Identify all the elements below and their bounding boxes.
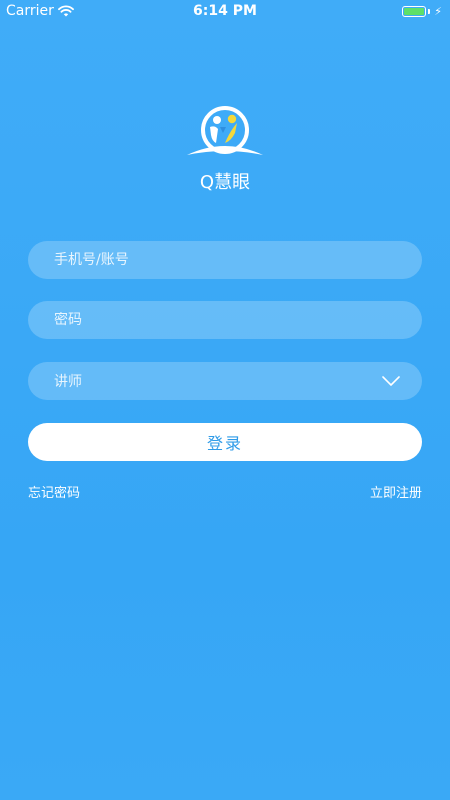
account-field[interactable] xyxy=(28,241,422,279)
status-time: 6:14 PM xyxy=(193,3,257,19)
password-input[interactable] xyxy=(54,312,384,328)
battery-tip xyxy=(428,9,431,14)
login-button[interactable]: 登录 xyxy=(28,423,422,461)
role-select[interactable]: 讲师 xyxy=(28,362,422,400)
chevron-down-icon[interactable] xyxy=(382,376,400,386)
battery-level xyxy=(404,8,425,15)
app-logo xyxy=(187,106,263,155)
battery-indicator: ⚡ xyxy=(402,5,442,18)
role-selected-value: 讲师 xyxy=(54,374,82,390)
battery-icon xyxy=(402,6,427,17)
bolt-icon: ⚡ xyxy=(434,5,442,18)
forgot-password-link[interactable]: 忘记密码 xyxy=(28,482,80,501)
password-field[interactable] xyxy=(28,301,422,339)
account-input[interactable] xyxy=(54,252,384,268)
register-link[interactable]: 立即注册 xyxy=(370,482,422,501)
status-bar: Carrier 6:14 PM ⚡ xyxy=(0,0,450,22)
app-name: Q慧眼 xyxy=(199,172,251,193)
login-screen: Carrier 6:14 PM ⚡ Q慧眼 讲师 xyxy=(0,0,450,800)
